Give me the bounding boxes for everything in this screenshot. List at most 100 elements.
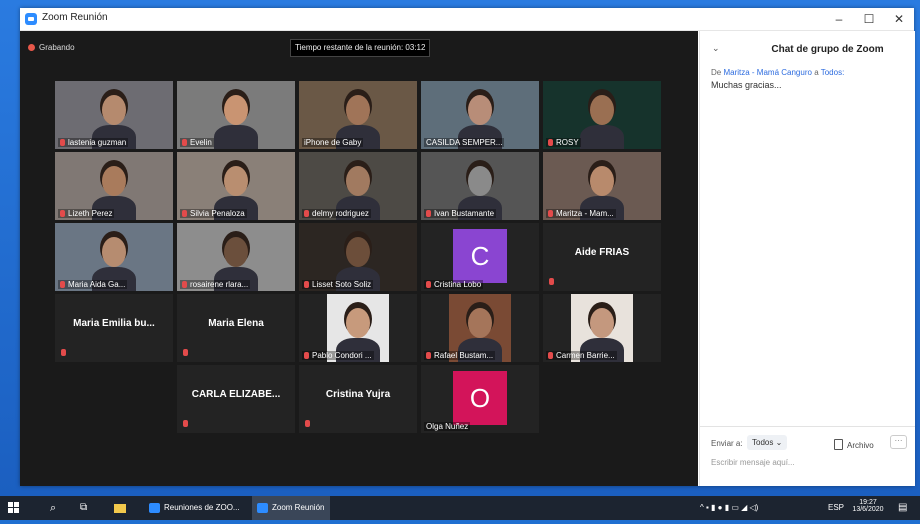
participant-tile[interactable]: O Olga Nuñez xyxy=(421,365,539,433)
participant-tile[interactable]: iPhone de Gaby xyxy=(299,81,417,149)
participant-label: Silvia Penaloza xyxy=(180,209,247,218)
task-view-icon[interactable]: ⧉ xyxy=(80,496,96,520)
window-title: Zoom Reunión xyxy=(42,12,108,23)
participant-name: Ivan Bustamante xyxy=(434,209,495,218)
file-explorer-icon[interactable] xyxy=(114,496,130,520)
participant-name: Cristina Yujra xyxy=(325,389,391,400)
notifications-icon[interactable]: ▤ xyxy=(898,496,914,520)
muted-mic-icon xyxy=(548,352,553,359)
message-prefix: De xyxy=(711,68,722,77)
recording-indicator: Grabando xyxy=(28,43,75,52)
participant-tile[interactable]: lastenia guzman xyxy=(55,81,173,149)
participant-name: Maria Elena xyxy=(208,318,264,329)
participant-name: CARLA ELIZABE... xyxy=(191,389,281,400)
participant-label: Maria Aida Ga... xyxy=(58,280,128,289)
participant-body xyxy=(214,125,258,149)
language-indicator[interactable]: ESP xyxy=(828,496,844,520)
minimize-button[interactable]: – xyxy=(826,10,852,28)
muted-mic-icon xyxy=(426,352,431,359)
taskbar-app-label: Reuniones de ZOO... xyxy=(164,503,240,512)
muted-mic-icon xyxy=(60,139,65,146)
participant-tile[interactable]: Aide FRIAS xyxy=(543,223,661,291)
participant-tile[interactable]: CASILDA SEMPER... xyxy=(421,81,539,149)
participant-face xyxy=(102,237,126,267)
participant-tile[interactable]: Pablo Condori ... xyxy=(299,294,417,362)
chat-input[interactable]: Escribir mensaje aquí... xyxy=(711,458,795,467)
participant-tile[interactable]: Maria Elena xyxy=(177,294,295,362)
taskbar-app-zoom[interactable]: Zoom Reunión xyxy=(252,496,331,520)
message-text: Muchas gracias... xyxy=(711,80,782,90)
participant-name: Olga Nuñez xyxy=(426,422,469,431)
participant-face xyxy=(102,95,126,125)
participant-tile[interactable]: Evelin xyxy=(177,81,295,149)
participant-tile[interactable]: Lizeth Perez xyxy=(55,152,173,220)
muted-mic-icon xyxy=(60,210,65,217)
participant-label: Carmen Barrie... xyxy=(546,351,617,360)
participant-label: iPhone de Gaby xyxy=(302,138,364,147)
video-gallery: Grabando Tiempo restante de la reunión: … xyxy=(20,31,698,486)
participant-tile[interactable]: Cristina Yujra xyxy=(299,365,417,433)
participant-name: ROSY xyxy=(556,138,579,147)
participant-tile[interactable]: Maritza - Mam... xyxy=(543,152,661,220)
muted-mic-icon xyxy=(60,281,65,288)
recipient-dropdown[interactable]: Todos ⌄ xyxy=(747,435,788,450)
participant-tile[interactable]: rosairene rlara... xyxy=(177,223,295,291)
participant-tile[interactable]: CARLA ELIZABE... xyxy=(177,365,295,433)
title-bar: Zoom Reunión – ☐ ✕ xyxy=(20,8,914,31)
participant-name: Silvia Penaloza xyxy=(190,209,245,218)
maximize-button[interactable]: ☐ xyxy=(856,10,882,28)
windows-icon xyxy=(8,502,19,513)
participant-tile[interactable]: ROSY xyxy=(543,81,661,149)
search-icon[interactable]: ⌕ xyxy=(50,496,66,520)
muted-mic-icon xyxy=(548,210,553,217)
message-to-word: a xyxy=(814,68,819,77)
file-button[interactable]: Archivo xyxy=(834,439,874,450)
taskbar-app-reuniones[interactable]: Reuniones de ZOO... xyxy=(144,496,246,520)
close-button[interactable]: ✕ xyxy=(886,10,912,28)
zoom-icon xyxy=(149,503,160,513)
chat-title: Chat de grupo de Zoom xyxy=(771,44,884,55)
taskbar: ⌕ ⧉ Reuniones de ZOO... Zoom Reunión ^ ▪… xyxy=(0,496,920,520)
participant-tile[interactable]: C Cristina Lobo xyxy=(421,223,539,291)
participant-label: Lizeth Perez xyxy=(58,209,115,218)
participant-tile[interactable]: Maria Emilia bu... xyxy=(55,294,173,362)
system-tray-icons[interactable]: ^ ▪ ▮ ● ▮ ▭ ◢ ◁) xyxy=(700,496,758,520)
participant-name: Pablo Condori ... xyxy=(312,351,372,360)
recording-label: Grabando xyxy=(39,43,75,52)
more-options-button[interactable]: ··· xyxy=(890,435,907,449)
participant-name: Lisset Soto Soliz xyxy=(312,280,372,289)
avatar: O xyxy=(453,371,507,425)
start-button[interactable] xyxy=(8,496,30,520)
message-sender[interactable]: Maritza - Mamá Canguro xyxy=(723,68,811,77)
participant-body xyxy=(580,125,624,149)
participant-name: rosairene rlara... xyxy=(190,280,249,289)
muted-mic-icon xyxy=(549,278,554,285)
participant-tile[interactable]: Silvia Penaloza xyxy=(177,152,295,220)
file-label: Archivo xyxy=(847,441,874,450)
muted-mic-icon xyxy=(183,420,188,427)
participant-tile[interactable]: Maria Aida Ga... xyxy=(55,223,173,291)
participant-face xyxy=(590,166,614,196)
clock[interactable]: 19:27 13/6/2020 xyxy=(848,499,888,523)
participant-name: iPhone de Gaby xyxy=(304,138,362,147)
recording-dot-icon xyxy=(28,44,35,51)
participant-tile[interactable]: Carmen Barrie... xyxy=(543,294,661,362)
zoom-icon xyxy=(257,503,268,513)
participant-name: delmy rodriguez xyxy=(312,209,369,218)
muted-mic-icon xyxy=(548,139,553,146)
participant-name: CASILDA SEMPER... xyxy=(426,138,503,147)
participant-label: Evelin xyxy=(180,138,214,147)
message-recipient[interactable]: Todos: xyxy=(821,68,845,77)
participant-tile[interactable]: Ivan Bustamante xyxy=(421,152,539,220)
participant-tile[interactable]: delmy rodriguez xyxy=(299,152,417,220)
participant-name: Evelin xyxy=(190,138,212,147)
muted-mic-icon xyxy=(426,281,431,288)
zoom-window: Zoom Reunión – ☐ ✕ Grabando Tiempo resta… xyxy=(20,8,915,486)
muted-mic-icon xyxy=(182,281,187,288)
participant-label: CASILDA SEMPER... xyxy=(424,138,505,147)
participant-label: rosairene rlara... xyxy=(180,280,251,289)
participant-name: Cristina Lobo xyxy=(434,280,482,289)
participant-tile[interactable]: Lisset Soto Soliz xyxy=(299,223,417,291)
participant-face xyxy=(590,95,614,125)
participant-tile[interactable]: Rafael Bustam... xyxy=(421,294,539,362)
